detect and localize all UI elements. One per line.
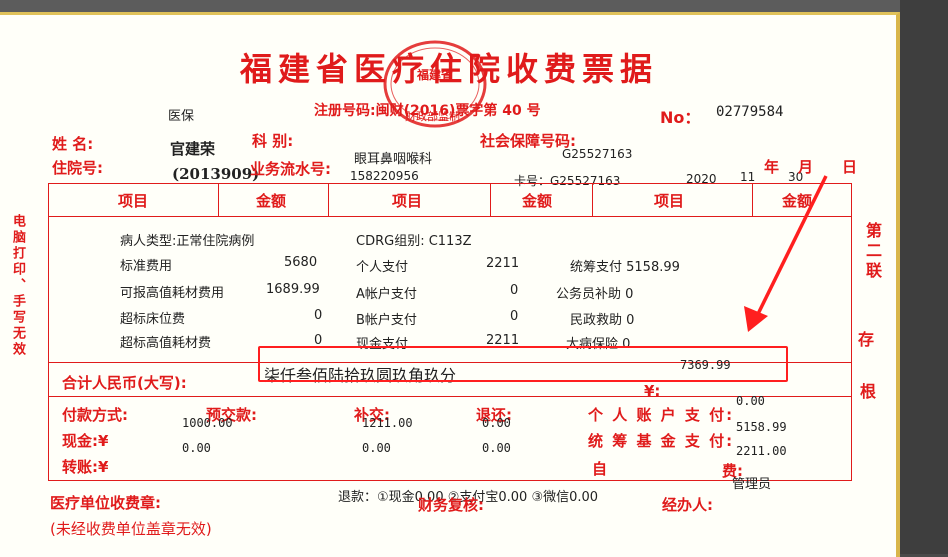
cdrg-group: CDRG组别: C113Z: [356, 234, 472, 249]
stamp-label: 医疗单位收费章:: [50, 494, 161, 512]
stub-label-1: 存: [858, 330, 875, 349]
self-pay-value: 2211.00: [736, 444, 787, 458]
no-label: No：: [660, 108, 701, 127]
left-vertical-note: 电脑打印、手写无效: [10, 214, 25, 358]
personal-pay-value: 2211: [486, 256, 520, 271]
civil-servant-aid: 公务员补助 0: [556, 287, 634, 302]
transfer-label: 转账:¥: [62, 458, 109, 476]
col-header-item-2: 项目: [392, 192, 423, 210]
refund-value-2: 0.00: [482, 441, 511, 455]
serial-label: 业务流水号:: [250, 160, 331, 178]
supplement-value: 1211.00: [362, 416, 413, 430]
over-hvc-label: 超标高值耗材费: [120, 336, 212, 351]
stamp-note: (未经收费单位盖章无效): [50, 520, 212, 538]
col-divider-1: [218, 183, 219, 216]
annotation-arrow: [744, 175, 828, 332]
total-label: 合计人民币(大写):: [62, 374, 187, 392]
name-value: 官建荣: [170, 140, 216, 158]
personal-account-label: 个 人 账 户 支 付:: [588, 406, 735, 424]
prepay-value: 1000.00: [182, 416, 233, 430]
background-right: [900, 0, 948, 554]
receipt-number: 02779584: [716, 104, 784, 120]
personal-pay-label: 个人支付: [356, 260, 409, 275]
payment-divider: [48, 396, 851, 397]
yen-sign: ¥:: [644, 382, 661, 400]
dept-value: 眼耳鼻咽喉科: [354, 152, 433, 167]
day-label: 日: [842, 158, 858, 176]
col-divider-2: [328, 183, 329, 216]
over-bed-label: 超标床位费: [120, 312, 186, 327]
handler-label: 经办人:: [662, 496, 713, 514]
copy-number: 第二联: [863, 222, 882, 282]
cash-value: 0.00: [182, 441, 211, 455]
civil-aid: 民政救助 0: [570, 313, 635, 328]
insurance-tag: 医保: [168, 109, 195, 124]
finance-review-label: 财务复核:: [418, 496, 484, 514]
dept-label: 科 别:: [252, 132, 294, 150]
col-header-amount-1: 金额: [256, 192, 287, 210]
supplement-value-2: 0.00: [362, 441, 391, 455]
col-divider-4: [592, 183, 593, 216]
insurance-no-value: G25527163: [562, 147, 633, 161]
acct-a-value: 0: [510, 283, 519, 298]
col-divider-3: [490, 183, 491, 216]
pool-pay: 统筹支付 5158.99: [570, 260, 680, 275]
acct-b-label: B帐户支付: [356, 313, 417, 328]
col-header-item-1: 项目: [118, 192, 149, 210]
admin-name: 管理员: [732, 477, 772, 492]
name-label: 姓 名:: [52, 135, 94, 153]
acct-b-value: 0: [510, 309, 519, 324]
highlight-box: [258, 346, 788, 382]
hvc-value: 1689.99: [266, 282, 320, 297]
self-label: 自: [592, 460, 608, 478]
cash-label: 现金:¥: [62, 432, 109, 450]
hvc-label: 可报高值耗材费用: [120, 286, 225, 301]
std-fee-value: 5680: [284, 255, 318, 270]
stub-label-2: 根: [860, 382, 877, 401]
seal-text-1: 福建省: [417, 68, 454, 82]
pool-fund-value: 5158.99: [736, 420, 787, 434]
pool-fund-label: 统 筹 基 金 支 付:: [588, 432, 735, 450]
acct-a-label: A帐户支付: [356, 287, 417, 302]
std-fee-label: 标准费用: [120, 259, 173, 274]
patient-type: 病人类型:正常住院病例: [120, 234, 255, 249]
over-bed-value: 0: [314, 308, 323, 323]
admission-label: 住院号:: [52, 159, 103, 177]
pay-method-label: 付款方式:: [62, 406, 128, 424]
admission-value: (2013909): [172, 165, 260, 183]
col-header-amount-2: 金额: [522, 192, 553, 210]
register-number: 注册号码:闽财(2016)票字第 40 号: [314, 103, 541, 119]
refund-value: 0.00: [482, 416, 511, 430]
col-header-item-3: 项目: [654, 192, 685, 210]
personal-account-value: 0.00: [736, 394, 765, 408]
serial-value: 158220956: [350, 169, 419, 183]
